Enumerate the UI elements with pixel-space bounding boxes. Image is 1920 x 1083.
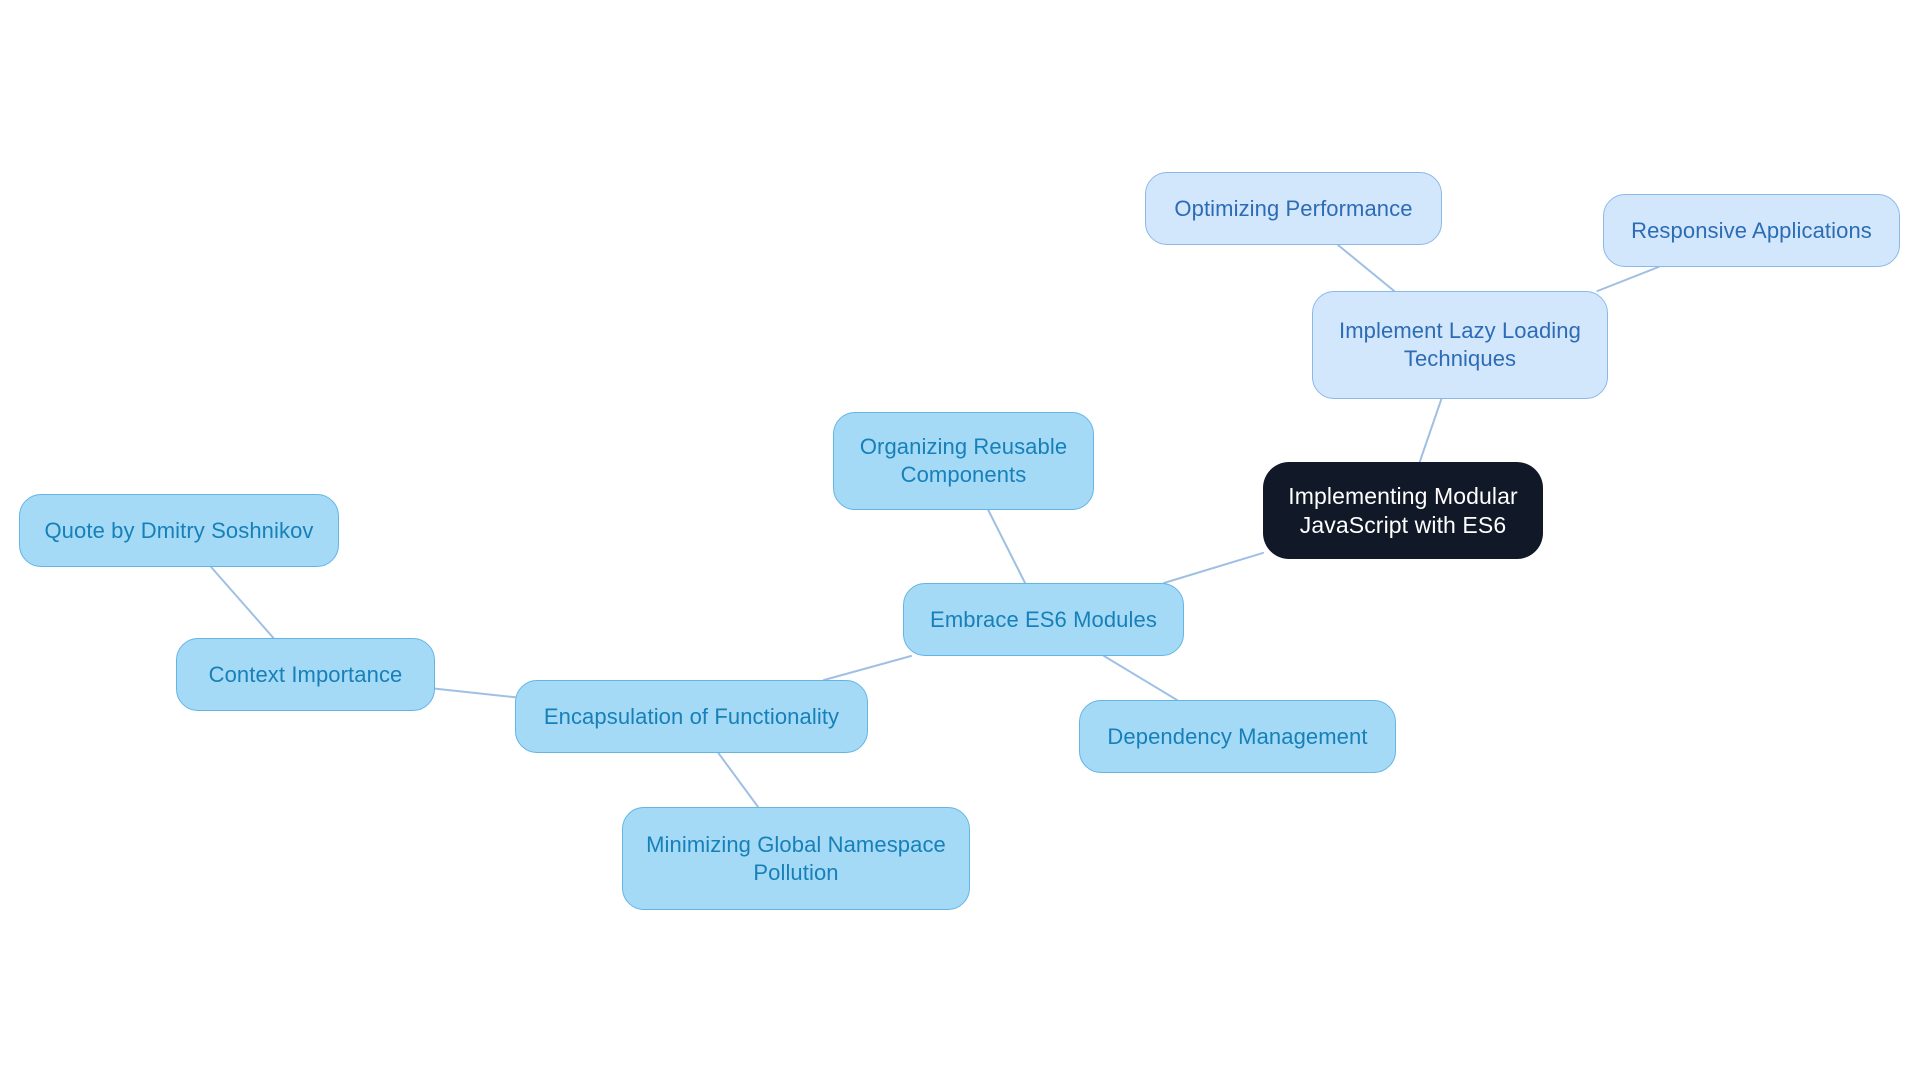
mindmap-node-root[interactable]: Implementing Modular JavaScript with ES6 xyxy=(1263,462,1543,559)
mindmap-node-organizing[interactable]: Organizing Reusable Components xyxy=(833,412,1094,510)
mindmap-edge-context-quote xyxy=(210,566,275,639)
mindmap-edge-embrace-encapsulation xyxy=(822,655,913,681)
mindmap-edge-embrace-dependency xyxy=(1103,655,1178,701)
mindmap-edge-encapsulation-context xyxy=(434,687,516,699)
mindmap-node-lazy[interactable]: Implement Lazy Loading Techniques xyxy=(1312,291,1608,399)
mindmap-edge-lazy-responsive xyxy=(1596,266,1660,292)
mindmap-edge-root-lazy xyxy=(1418,398,1443,463)
mindmap-edge-encapsulation-minimizing xyxy=(717,752,760,808)
mindmap-edge-embrace-organizing xyxy=(987,509,1027,584)
mindmap-canvas: Implementing Modular JavaScript with ES6… xyxy=(0,0,1920,1083)
mindmap-node-encapsulation[interactable]: Encapsulation of Functionality xyxy=(515,680,868,753)
mindmap-node-quote[interactable]: Quote by Dmitry Soshnikov xyxy=(19,494,339,567)
mindmap-edge-lazy-optimizing xyxy=(1337,244,1396,292)
mindmap-node-responsive[interactable]: Responsive Applications xyxy=(1603,194,1900,267)
mindmap-node-dependency[interactable]: Dependency Management xyxy=(1079,700,1396,773)
mindmap-edge-root-embrace xyxy=(1162,551,1264,584)
mindmap-node-context[interactable]: Context Importance xyxy=(176,638,435,711)
mindmap-node-minimizing[interactable]: Minimizing Global Namespace Pollution xyxy=(622,807,970,910)
mindmap-node-optimizing[interactable]: Optimizing Performance xyxy=(1145,172,1442,245)
mindmap-node-embrace[interactable]: Embrace ES6 Modules xyxy=(903,583,1184,656)
